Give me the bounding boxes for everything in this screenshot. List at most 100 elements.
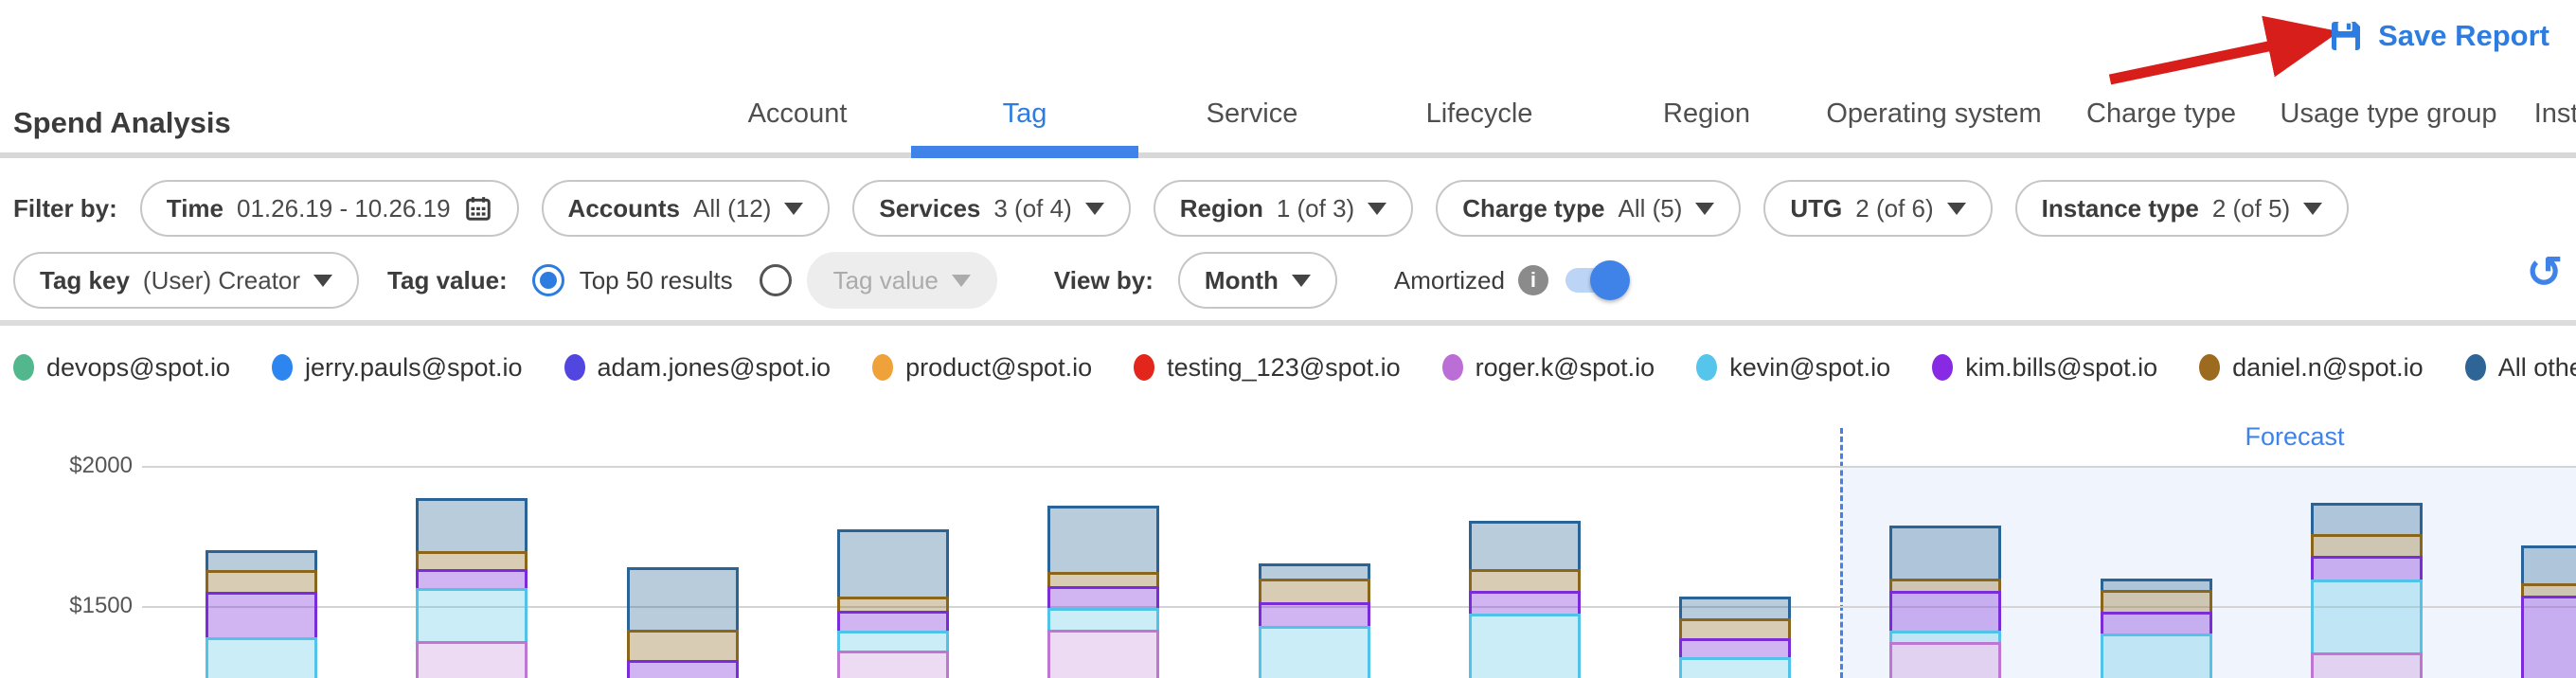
stacked-bar-5[interactable] — [1047, 506, 1159, 678]
tab-tag[interactable]: Tag — [911, 98, 1138, 130]
stacked-bar-4[interactable] — [837, 529, 949, 678]
tab-charge-type[interactable]: Charge type — [2048, 98, 2275, 130]
titlebar: Spend Analysis AccountTagServiceLifecycl… — [0, 85, 2576, 159]
tag-key-dropdown[interactable]: Tag key (User) Creator — [13, 252, 359, 309]
save-icon — [2327, 17, 2365, 55]
bar-segment-daniel-n-spot-io[interactable] — [1259, 579, 1370, 605]
filter-pill-instance-type[interactable]: Instance type 2 (of 5) — [2015, 180, 2350, 237]
info-icon[interactable]: i — [1518, 265, 1548, 295]
legend-item-product-spot-io[interactable]: product@spot.io — [872, 353, 1092, 383]
bar-segment-roger-k-spot-io[interactable] — [1889, 642, 2001, 678]
bar-segment-kim-bills-spot-io[interactable] — [1259, 602, 1370, 629]
bar-segment-roger-k-spot-io[interactable] — [416, 641, 528, 678]
spend-chart: Forecast $2000$1500 — [0, 409, 2576, 678]
legend-item-adam-jones-spot-io[interactable]: adam.jones@spot.io — [564, 353, 832, 383]
stacked-bar-7[interactable] — [1469, 521, 1581, 678]
bar-segment-roger-k-spot-io[interactable] — [837, 651, 949, 678]
bar-segment-daniel-n-spot-io[interactable] — [627, 630, 739, 663]
amortized-label: Amortized — [1394, 266, 1505, 295]
stacked-bar-11[interactable] — [2311, 503, 2423, 678]
bar-segment-roger-k-spot-io[interactable] — [1047, 630, 1159, 678]
bar-segment-all-others[interactable] — [1889, 526, 2001, 581]
legend-item-roger-k-spot-io[interactable]: roger.k@spot.io — [1442, 353, 1655, 383]
bar-segment-kim-bills-spot-io[interactable] — [1889, 591, 2001, 633]
pill-value: 1 (of 3) — [1277, 194, 1354, 223]
bar-segment-kim-bills-spot-io[interactable] — [1469, 591, 1581, 616]
reset-filters-icon[interactable]: ↺ — [2526, 250, 2563, 294]
chevron-down-icon — [313, 275, 332, 287]
save-report-button[interactable]: Save Report — [2327, 17, 2549, 55]
legend-item-kevin-spot-io[interactable]: kevin@spot.io — [1696, 353, 1890, 383]
legend-item-all-others[interactable]: All others — [2465, 353, 2576, 383]
tag-value-dropdown-disabled[interactable]: Tag value — [807, 252, 997, 309]
tabs-divider — [0, 152, 2576, 158]
legend-item-daniel-n-spot-io[interactable]: daniel.n@spot.io — [2199, 353, 2424, 383]
bar-segment-roger-k-spot-io[interactable] — [2311, 652, 2423, 678]
bar-segment-all-others[interactable] — [2311, 503, 2423, 537]
legend-item-testing-123-spot-io[interactable]: testing_123@spot.io — [1134, 353, 1401, 383]
bar-segment-kevin-spot-io[interactable] — [2101, 633, 2212, 678]
legend-dot — [1932, 354, 1953, 381]
legend-label: product@spot.io — [905, 353, 1092, 383]
stacked-bar-12[interactable] — [2521, 545, 2576, 678]
stacked-bar-8[interactable] — [1679, 597, 1791, 678]
tab-lifecycle[interactable]: Lifecycle — [1366, 98, 1593, 130]
filter-pill-charge-type[interactable]: Charge type All (5) — [1436, 180, 1741, 237]
legend-dot — [272, 354, 293, 381]
bar-segment-all-others[interactable] — [2521, 545, 2576, 586]
legend-dot — [2199, 354, 2220, 381]
bar-segment-kim-bills-spot-io[interactable] — [206, 592, 317, 640]
tag-value-radio[interactable] — [760, 264, 792, 296]
bar-segment-all-others[interactable] — [1047, 506, 1159, 575]
stacked-bar-6[interactable] — [1259, 563, 1370, 678]
tab-usage-type-group[interactable]: Usage type group — [2275, 98, 2502, 130]
bar-segment-kevin-spot-io[interactable] — [1679, 657, 1791, 678]
pill-label: Charge type — [1462, 194, 1604, 223]
section-divider — [0, 320, 2576, 326]
filter-pill-utg[interactable]: UTG 2 (of 6) — [1763, 180, 1992, 237]
chevron-down-icon — [1695, 203, 1714, 215]
pill-label: Region — [1180, 194, 1263, 223]
bar-segment-kevin-spot-io[interactable] — [1259, 626, 1370, 678]
bar-segment-kevin-spot-io[interactable] — [206, 637, 317, 678]
bar-segment-kevin-spot-io[interactable] — [416, 588, 528, 644]
legend-dot — [2465, 354, 2486, 381]
bar-segment-kim-bills-spot-io[interactable] — [2521, 596, 2576, 678]
chevron-down-icon — [1947, 203, 1966, 215]
legend-item-kim-bills-spot-io[interactable]: kim.bills@spot.io — [1932, 353, 2157, 383]
bar-segment-all-others[interactable] — [627, 567, 739, 633]
bar-segment-kevin-spot-io[interactable] — [1469, 614, 1581, 678]
pill-label: UTG — [1790, 194, 1842, 223]
view-by-dropdown[interactable]: Month — [1178, 252, 1337, 309]
stacked-bar-1[interactable] — [206, 550, 317, 678]
filter-pill-services[interactable]: Services 3 (of 4) — [852, 180, 1130, 237]
bar-segment-kim-bills-spot-io[interactable] — [2311, 556, 2423, 582]
stacked-bar-10[interactable] — [2101, 579, 2212, 678]
stacked-bar-2[interactable] — [416, 498, 528, 678]
topbar: Save Report — [0, 0, 2576, 85]
tab-account[interactable]: Account — [684, 98, 911, 130]
bar-segment-kim-bills-spot-io[interactable] — [627, 660, 739, 678]
bar-segment-all-others[interactable] — [837, 529, 949, 599]
tab-service[interactable]: Service — [1138, 98, 1366, 130]
tabs: AccountTagServiceLifecycleRegionOperatin… — [684, 98, 2576, 130]
tab-operating-system[interactable]: Operating system — [1820, 98, 2048, 130]
filter-pill-accounts[interactable]: Accounts All (12) — [542, 180, 831, 237]
bar-segment-all-others[interactable] — [416, 498, 528, 554]
top-50-results-radio[interactable] — [532, 264, 564, 296]
legend-item-jerry-pauls-spot-io[interactable]: jerry.pauls@spot.io — [272, 353, 523, 383]
tab-instance-type[interactable]: Instance type — [2502, 98, 2576, 130]
stacked-bar-9[interactable] — [1889, 526, 2001, 678]
bar-segment-kevin-spot-io[interactable] — [2311, 580, 2423, 655]
bar-segment-all-others[interactable] — [1469, 521, 1581, 572]
filter-pill-region[interactable]: Region 1 (of 3) — [1154, 180, 1413, 237]
filter-pill-time[interactable]: Time 01.26.19 - 10.26.19 — [140, 180, 519, 237]
tab-region[interactable]: Region — [1593, 98, 1820, 130]
pill-value: 01.26.19 - 10.26.19 — [237, 194, 451, 223]
legend-dot — [1696, 354, 1717, 381]
filter-row-2: Tag key (User) Creator Tag value: Top 50… — [13, 252, 1626, 309]
stacked-bar-3[interactable] — [627, 567, 739, 678]
legend-item-devops-spot-io[interactable]: devops@spot.io — [13, 353, 230, 383]
chevron-down-icon — [1085, 203, 1104, 215]
amortized-toggle[interactable] — [1565, 268, 1626, 293]
